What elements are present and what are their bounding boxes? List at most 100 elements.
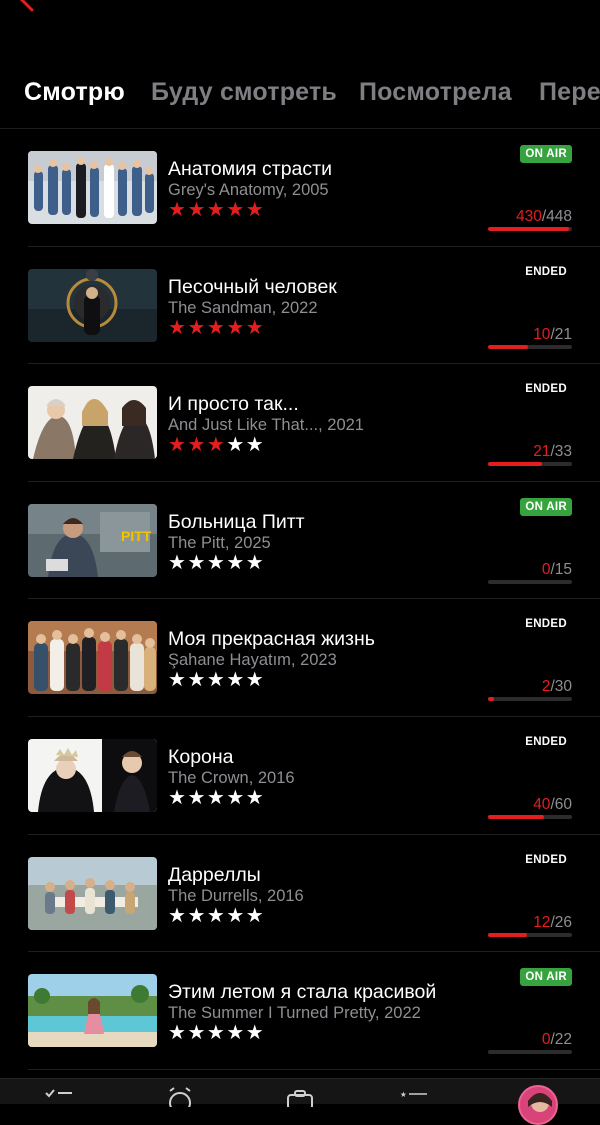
star-icon[interactable]: ★ — [246, 552, 265, 574]
list-item[interactable]: PITT Больница Питт The Pitt, 2025 ★★★★★ … — [0, 482, 600, 600]
progress-bar — [488, 344, 572, 349]
list-item[interactable]: И просто так... And Just Like That..., 2… — [0, 364, 600, 482]
show-title: Моя прекрасная жизнь — [168, 628, 375, 651]
show-poster — [28, 856, 157, 930]
star-icon[interactable]: ★ — [246, 317, 265, 339]
list-item[interactable]: Песочный человек The Sandman, 2022 ★★★★★… — [0, 247, 600, 365]
star-icon[interactable]: ★ — [168, 905, 187, 927]
star-icon[interactable]: ★ — [226, 669, 245, 691]
show-title: Этим летом я стала красивой — [168, 981, 437, 1004]
avatar[interactable] — [518, 1085, 558, 1125]
progress-bar — [488, 227, 572, 231]
progress-bar — [488, 814, 572, 819]
star-icon[interactable]: ★ — [246, 669, 265, 691]
star-icon[interactable]: ★ — [187, 552, 206, 574]
star-icon[interactable]: ★ — [207, 1022, 226, 1044]
star-icon[interactable]: ★ — [187, 669, 206, 691]
status-badge: ENDED — [525, 265, 567, 278]
rating-stars[interactable]: ★★★★★ — [168, 551, 265, 575]
star-icon[interactable]: ★ — [168, 199, 187, 221]
star-icon[interactable]: ★ — [207, 669, 226, 691]
episodes-watched: 12 — [533, 913, 551, 931]
alarm-clock-icon[interactable] — [165, 1087, 195, 1107]
show-poster — [28, 386, 157, 460]
star-icon[interactable]: ★ — [226, 787, 245, 809]
star-icon[interactable]: ★ — [246, 905, 265, 927]
star-icon[interactable]: ★ — [187, 905, 206, 927]
star-icon[interactable]: ★ — [207, 199, 226, 221]
show-title: Корона — [168, 745, 234, 768]
tab-rewatch[interactable]: Пере — [539, 78, 600, 107]
star-icon[interactable]: ★ — [187, 787, 206, 809]
star-icon[interactable]: ★ — [187, 199, 206, 221]
rating-stars[interactable]: ★★★★★ — [168, 786, 265, 810]
star-icon[interactable]: ★ — [207, 552, 226, 574]
star-icon[interactable]: ★ — [226, 1022, 245, 1044]
star-icon[interactable]: ★ — [207, 787, 226, 809]
star-icon[interactable]: ★ — [187, 434, 206, 456]
list-item[interactable]: Моя прекрасная жизнь Şahane Hayatım, 202… — [0, 599, 600, 717]
star-icon[interactable]: ★ — [226, 905, 245, 927]
tab-want-to-watch[interactable]: Буду смотреть — [151, 78, 337, 107]
episode-progress: 10/21 — [533, 326, 572, 344]
rating-stars[interactable]: ★★★★★ — [168, 316, 265, 340]
rating-stars[interactable]: ★★★★★ — [168, 904, 265, 928]
bottom-nav: ★ — [0, 1078, 600, 1125]
back-arrow-icon[interactable] — [14, 0, 38, 14]
star-icon[interactable]: ★ — [207, 317, 226, 339]
episodes-total: /33 — [550, 443, 572, 461]
star-icon[interactable]: ★ — [168, 669, 187, 691]
show-poster — [28, 738, 157, 812]
episodes-watched: 430 — [515, 208, 542, 225]
star-icon[interactable]: ★ — [207, 434, 226, 456]
briefcase-icon[interactable] — [285, 1087, 315, 1107]
star-icon[interactable]: ★ — [207, 905, 226, 927]
star-list-icon[interactable]: ★ — [400, 1087, 430, 1107]
star-icon[interactable]: ★ — [168, 1022, 187, 1044]
star-icon[interactable]: ★ — [246, 787, 265, 809]
episodes-total: /26 — [550, 913, 572, 931]
star-icon[interactable]: ★ — [226, 199, 245, 221]
star-icon[interactable]: ★ — [246, 1022, 265, 1044]
status-badge: ON AIR — [520, 968, 572, 987]
list-item[interactable]: Анатомия страсти Grey's Anatomy, 2005 ★★… — [0, 129, 600, 247]
star-icon[interactable]: ★ — [168, 317, 187, 339]
tab-watching[interactable]: Смотрю — [24, 78, 125, 107]
rating-stars[interactable]: ★★★★★ — [168, 1021, 265, 1045]
star-icon[interactable]: ★ — [168, 434, 187, 456]
episode-progress: 21/33 — [533, 443, 572, 461]
episode-progress: 12/26 — [533, 914, 572, 932]
progress-bar — [488, 932, 572, 937]
svg-text:★: ★ — [400, 1090, 407, 1099]
star-icon[interactable]: ★ — [187, 317, 206, 339]
show-poster — [28, 621, 157, 695]
checklist-icon[interactable] — [44, 1087, 74, 1107]
episode-progress: 2/30 — [542, 678, 572, 696]
list-item[interactable]: Этим летом я стала красивой The Summer I… — [0, 952, 600, 1070]
episodes-total: /30 — [550, 678, 572, 696]
star-icon[interactable]: ★ — [226, 317, 245, 339]
progress-bar-fill — [488, 227, 569, 231]
episode-progress: 0/22 — [542, 1031, 572, 1049]
rating-stars[interactable]: ★★★★★ — [168, 668, 265, 692]
episodes-total: /21 — [550, 325, 572, 343]
star-icon[interactable]: ★ — [187, 1022, 206, 1044]
show-poster — [28, 151, 157, 224]
episode-progress: 40/60 — [533, 796, 572, 814]
progress-bar-fill — [488, 932, 527, 937]
rating-stars[interactable]: ★★★★★ — [168, 198, 265, 222]
svg-text:PITT: PITT — [121, 528, 152, 544]
star-icon[interactable]: ★ — [168, 787, 187, 809]
star-icon[interactable]: ★ — [226, 552, 245, 574]
show-title: Дарреллы — [168, 863, 261, 886]
progress-bar — [488, 1050, 572, 1055]
star-icon[interactable]: ★ — [246, 434, 265, 456]
star-icon[interactable]: ★ — [168, 552, 187, 574]
list-item[interactable]: Дарреллы The Durrells, 2016 ★★★★★ ENDED … — [0, 835, 600, 953]
tab-watched[interactable]: Посмотрела — [359, 78, 512, 107]
rating-stars[interactable]: ★★★★★ — [168, 433, 265, 457]
star-icon[interactable]: ★ — [226, 434, 245, 456]
list-item[interactable]: Корона The Crown, 2016 ★★★★★ ENDED 40/60 — [0, 717, 600, 835]
status-badge: ENDED — [525, 735, 567, 748]
star-icon[interactable]: ★ — [246, 199, 265, 221]
